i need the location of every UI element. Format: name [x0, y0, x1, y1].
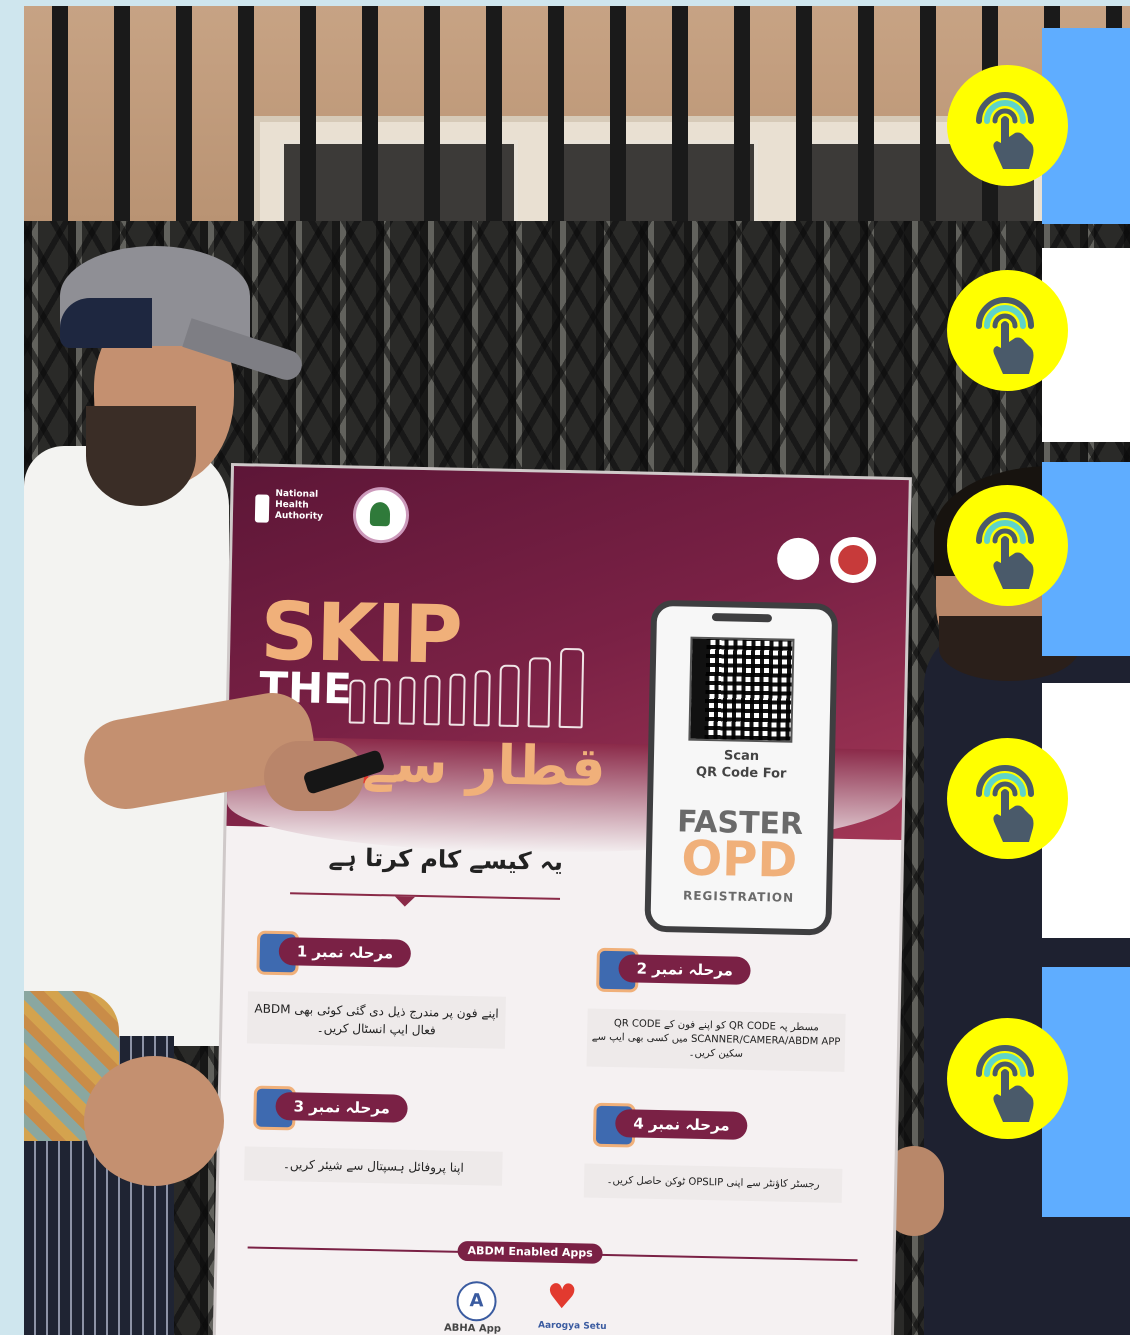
tap-button-1[interactable]	[947, 65, 1068, 186]
tap-button-3[interactable]	[947, 485, 1068, 606]
qr-phone-card: Scan QR Code For FASTER OPD REGISTRATION	[644, 599, 839, 936]
registration-label: REGISTRATION	[682, 888, 795, 905]
tap-finger-icon	[976, 765, 1034, 842]
step-4: مرحلہ نمبر 4 رجسٹر کاؤنٹر سے اپنی OPSLIP…	[583, 1102, 843, 1244]
step-3: مرحلہ نمبر 3 اپنا پروفائل ہسپتال سے شیئر…	[243, 1085, 503, 1226]
opd-poster: National Health Authority SKIP THE قطار …	[215, 466, 909, 1335]
org-logo: National Health Authority	[274, 488, 324, 522]
abha-app-icon: A	[456, 1280, 497, 1322]
tap-finger-icon	[976, 1045, 1034, 1122]
step-2: مرحلہ نمبر 2 مسطر پہ QR CODE کو اپنے فون…	[586, 947, 846, 1089]
step-badge: مرحلہ نمبر 2	[618, 954, 752, 985]
step-text: مسطر پہ QR CODE کو اپنے فون کے QR CODE S…	[586, 1008, 846, 1072]
tap-button-5[interactable]	[947, 1018, 1068, 1139]
aarogya-setu-icon: ♥	[546, 1276, 578, 1318]
screen: National Health Authority SKIP THE قطار …	[0, 0, 1130, 1335]
opd-label: OPD	[680, 830, 798, 889]
tap-finger-icon	[976, 297, 1034, 374]
how-it-works-heading: یہ کیسے کام کرتا ہے	[328, 843, 564, 876]
photo-scene: National Health Authority SKIP THE قطار …	[24, 6, 1130, 1335]
step-badge: مرحلہ نمبر 1	[278, 937, 412, 968]
tap-button-2[interactable]	[947, 270, 1068, 391]
step-badge: مرحلہ نمبر 3	[275, 1092, 409, 1123]
tap-finger-icon	[976, 92, 1034, 169]
step-text: اپنے فون پر مندرج ذیل دی گئی کوئی بھی AB…	[246, 991, 506, 1049]
step-text: اپنا پروفائل ہسپتال سے شیئر کریں۔	[244, 1146, 503, 1186]
tap-button-4[interactable]	[947, 738, 1068, 859]
headline-urdu: قطار سے	[362, 730, 607, 799]
tap-finger-icon	[976, 512, 1034, 589]
abha-app-label: ABHA App	[443, 1322, 502, 1335]
aarogya-setu-label: Aarogya Setu	[537, 1320, 607, 1332]
scan-line2: QR Code For	[695, 764, 787, 782]
step-1: مرحلہ نمبر 1 اپنے فون پر مندرج ذیل دی گئ…	[246, 930, 506, 1071]
queue-figures-icon	[348, 643, 585, 729]
step-text: رجسٹر کاؤنٹر سے اپنی OPSLIP ٹوکن حاصل کر…	[583, 1163, 843, 1203]
step-badge: مرحلہ نمبر 4	[615, 1109, 748, 1140]
abdm-apps-badge: ABDM Enabled Apps	[457, 1240, 603, 1264]
qr-code	[688, 636, 795, 743]
